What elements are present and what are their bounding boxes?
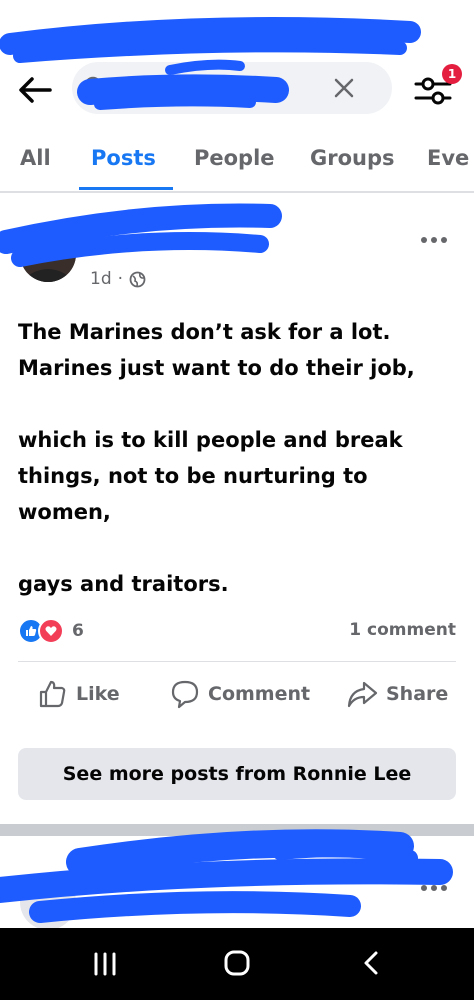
nav-back-icon[interactable] <box>358 948 386 978</box>
home-icon[interactable] <box>222 948 252 978</box>
redaction-scribbles <box>0 17 453 923</box>
system-nav-bar <box>0 928 474 1000</box>
recents-icon[interactable] <box>90 950 120 978</box>
